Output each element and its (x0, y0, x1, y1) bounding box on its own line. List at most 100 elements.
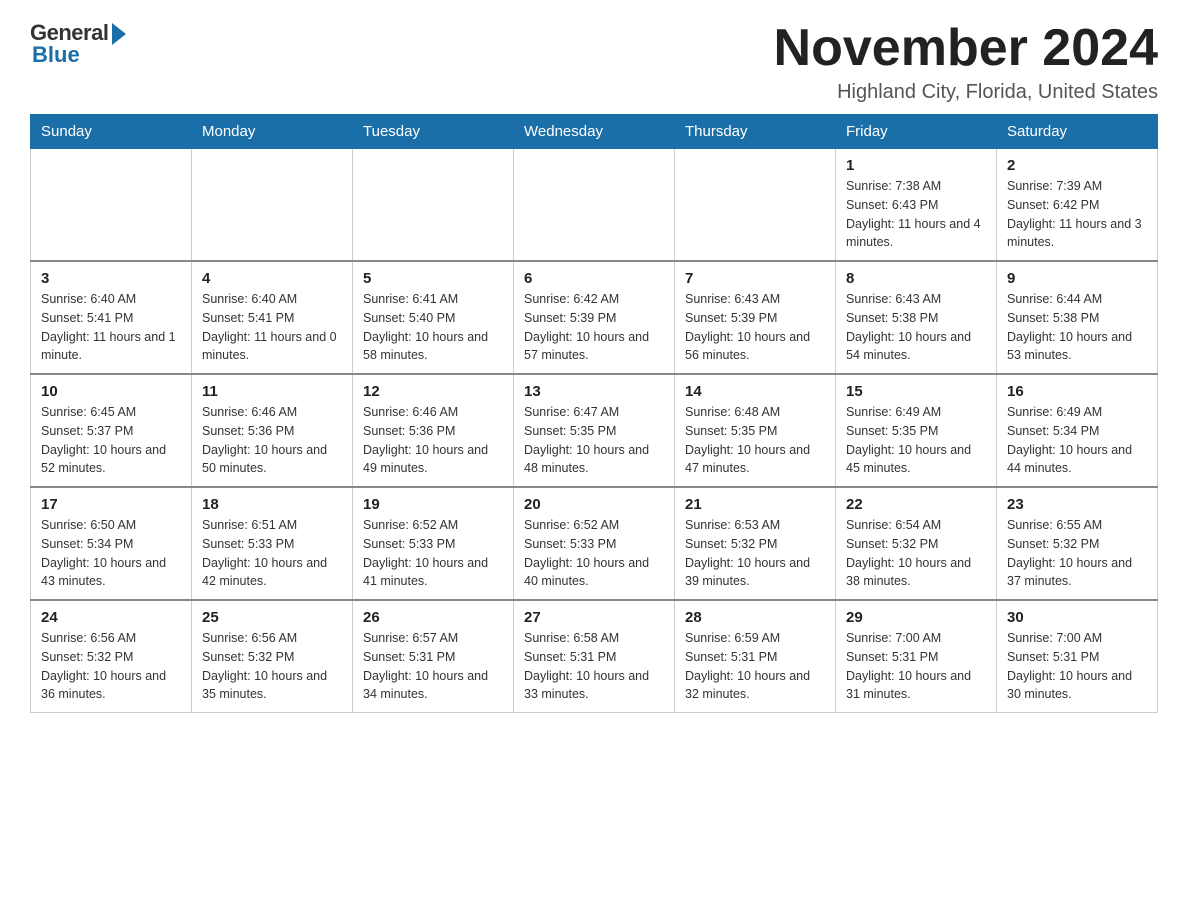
day-number: 28 (685, 609, 825, 626)
day-info: Sunrise: 6:49 AMSunset: 5:35 PMDaylight:… (846, 403, 986, 478)
location-text: Highland City, Florida, United States (774, 81, 1158, 104)
day-number: 22 (846, 496, 986, 513)
day-info: Sunrise: 6:56 AMSunset: 5:32 PMDaylight:… (41, 629, 181, 704)
day-info: Sunrise: 6:40 AMSunset: 5:41 PMDaylight:… (202, 290, 342, 365)
day-number: 19 (363, 496, 503, 513)
calendar-cell (514, 149, 675, 262)
header: General Blue November 2024 Highland City… (30, 20, 1158, 104)
day-number: 29 (846, 609, 986, 626)
day-info: Sunrise: 7:38 AMSunset: 6:43 PMDaylight:… (846, 177, 986, 252)
day-number: 4 (202, 270, 342, 287)
month-title: November 2024 (774, 20, 1158, 77)
calendar-cell: 3 Sunrise: 6:40 AMSunset: 5:41 PMDaylight… (31, 261, 192, 374)
calendar-cell: 17 Sunrise: 6:50 AMSunset: 5:34 PMDayligh… (31, 487, 192, 600)
calendar-cell: 5 Sunrise: 6:41 AMSunset: 5:40 PMDaylight… (353, 261, 514, 374)
day-number: 2 (1007, 157, 1147, 174)
day-number: 14 (685, 383, 825, 400)
logo-blue-text: Blue (32, 42, 80, 68)
calendar-header-sunday: Sunday (31, 115, 192, 149)
day-number: 27 (524, 609, 664, 626)
calendar-cell: 23 Sunrise: 6:55 AMSunset: 5:32 PMDayligh… (997, 487, 1158, 600)
day-info: Sunrise: 6:43 AMSunset: 5:38 PMDaylight:… (846, 290, 986, 365)
day-number: 15 (846, 383, 986, 400)
calendar-cell: 14 Sunrise: 6:48 AMSunset: 5:35 PMDayligh… (675, 374, 836, 487)
calendar-cell: 2 Sunrise: 7:39 AMSunset: 6:42 PMDaylight… (997, 149, 1158, 262)
day-info: Sunrise: 6:55 AMSunset: 5:32 PMDaylight:… (1007, 516, 1147, 591)
day-number: 3 (41, 270, 181, 287)
day-number: 6 (524, 270, 664, 287)
day-info: Sunrise: 6:49 AMSunset: 5:34 PMDaylight:… (1007, 403, 1147, 478)
calendar-cell (192, 149, 353, 262)
day-info: Sunrise: 6:59 AMSunset: 5:31 PMDaylight:… (685, 629, 825, 704)
calendar-cell (31, 149, 192, 262)
calendar-header-friday: Friday (836, 115, 997, 149)
day-info: Sunrise: 6:58 AMSunset: 5:31 PMDaylight:… (524, 629, 664, 704)
day-info: Sunrise: 6:41 AMSunset: 5:40 PMDaylight:… (363, 290, 503, 365)
day-info: Sunrise: 6:48 AMSunset: 5:35 PMDaylight:… (685, 403, 825, 478)
day-number: 12 (363, 383, 503, 400)
day-info: Sunrise: 6:40 AMSunset: 5:41 PMDaylight:… (41, 290, 181, 365)
day-number: 20 (524, 496, 664, 513)
day-info: Sunrise: 6:51 AMSunset: 5:33 PMDaylight:… (202, 516, 342, 591)
day-info: Sunrise: 6:45 AMSunset: 5:37 PMDaylight:… (41, 403, 181, 478)
day-info: Sunrise: 6:53 AMSunset: 5:32 PMDaylight:… (685, 516, 825, 591)
calendar-cell (675, 149, 836, 262)
calendar-cell: 8 Sunrise: 6:43 AMSunset: 5:38 PMDaylight… (836, 261, 997, 374)
day-number: 5 (363, 270, 503, 287)
calendar-cell: 10Sunrise: 6:45 AMSunset: 5:37 PMDayligh… (31, 374, 192, 487)
calendar-header-row: SundayMondayTuesdayWednesdayThursdayFrid… (31, 115, 1158, 149)
day-info: Sunrise: 7:39 AMSunset: 6:42 PMDaylight:… (1007, 177, 1147, 252)
logo: General Blue (30, 20, 126, 68)
calendar-header-wednesday: Wednesday (514, 115, 675, 149)
calendar-cell (353, 149, 514, 262)
day-number: 24 (41, 609, 181, 626)
day-info: Sunrise: 6:54 AMSunset: 5:32 PMDaylight:… (846, 516, 986, 591)
day-number: 25 (202, 609, 342, 626)
day-info: Sunrise: 6:57 AMSunset: 5:31 PMDaylight:… (363, 629, 503, 704)
day-info: Sunrise: 6:52 AMSunset: 5:33 PMDaylight:… (363, 516, 503, 591)
calendar-cell: 24 Sunrise: 6:56 AMSunset: 5:32 PMDayligh… (31, 600, 192, 713)
day-number: 9 (1007, 270, 1147, 287)
calendar-header-saturday: Saturday (997, 115, 1158, 149)
calendar-header-thursday: Thursday (675, 115, 836, 149)
calendar-cell: 21 Sunrise: 6:53 AMSunset: 5:32 PMDayligh… (675, 487, 836, 600)
calendar-cell: 29 Sunrise: 7:00 AMSunset: 5:31 PMDayligh… (836, 600, 997, 713)
calendar-cell: 30 Sunrise: 7:00 AMSunset: 5:31 PMDayligh… (997, 600, 1158, 713)
calendar-week-row: 17 Sunrise: 6:50 AMSunset: 5:34 PMDayligh… (31, 487, 1158, 600)
day-info: Sunrise: 7:00 AMSunset: 5:31 PMDaylight:… (1007, 629, 1147, 704)
day-info: Sunrise: 6:47 AMSunset: 5:35 PMDaylight:… (524, 403, 664, 478)
day-number: 16 (1007, 383, 1147, 400)
day-info: Sunrise: 6:44 AMSunset: 5:38 PMDaylight:… (1007, 290, 1147, 365)
day-number: 8 (846, 270, 986, 287)
day-info: Sunrise: 6:46 AMSunset: 5:36 PMDaylight:… (202, 403, 342, 478)
title-area: November 2024 Highland City, Florida, Un… (774, 20, 1158, 104)
calendar-cell: 15 Sunrise: 6:49 AMSunset: 5:35 PMDayligh… (836, 374, 997, 487)
calendar-cell: 16 Sunrise: 6:49 AMSunset: 5:34 PMDayligh… (997, 374, 1158, 487)
day-number: 11 (202, 383, 342, 400)
day-number: 21 (685, 496, 825, 513)
calendar-cell: 11 Sunrise: 6:46 AMSunset: 5:36 PMDayligh… (192, 374, 353, 487)
calendar-cell: 26Sunrise: 6:57 AMSunset: 5:31 PMDayligh… (353, 600, 514, 713)
day-number: 7 (685, 270, 825, 287)
day-info: Sunrise: 6:52 AMSunset: 5:33 PMDaylight:… (524, 516, 664, 591)
day-number: 17 (41, 496, 181, 513)
calendar-cell: 18 Sunrise: 6:51 AMSunset: 5:33 PMDayligh… (192, 487, 353, 600)
day-number: 1 (846, 157, 986, 174)
calendar-cell: 22 Sunrise: 6:54 AMSunset: 5:32 PMDayligh… (836, 487, 997, 600)
day-number: 23 (1007, 496, 1147, 513)
day-info: Sunrise: 6:46 AMSunset: 5:36 PMDaylight:… (363, 403, 503, 478)
calendar-week-row: 3 Sunrise: 6:40 AMSunset: 5:41 PMDaylight… (31, 261, 1158, 374)
day-number: 18 (202, 496, 342, 513)
day-number: 30 (1007, 609, 1147, 626)
day-info: Sunrise: 6:43 AMSunset: 5:39 PMDaylight:… (685, 290, 825, 365)
calendar-week-row: 10Sunrise: 6:45 AMSunset: 5:37 PMDayligh… (31, 374, 1158, 487)
day-info: Sunrise: 6:42 AMSunset: 5:39 PMDaylight:… (524, 290, 664, 365)
calendar-cell: 7 Sunrise: 6:43 AMSunset: 5:39 PMDaylight… (675, 261, 836, 374)
calendar-cell: 12 Sunrise: 6:46 AMSunset: 5:36 PMDayligh… (353, 374, 514, 487)
calendar-table: SundayMondayTuesdayWednesdayThursdayFrid… (30, 114, 1158, 713)
day-info: Sunrise: 6:50 AMSunset: 5:34 PMDaylight:… (41, 516, 181, 591)
calendar-header-tuesday: Tuesday (353, 115, 514, 149)
calendar-cell: 19 Sunrise: 6:52 AMSunset: 5:33 PMDayligh… (353, 487, 514, 600)
day-info: Sunrise: 7:00 AMSunset: 5:31 PMDaylight:… (846, 629, 986, 704)
calendar-cell: 6 Sunrise: 6:42 AMSunset: 5:39 PMDaylight… (514, 261, 675, 374)
